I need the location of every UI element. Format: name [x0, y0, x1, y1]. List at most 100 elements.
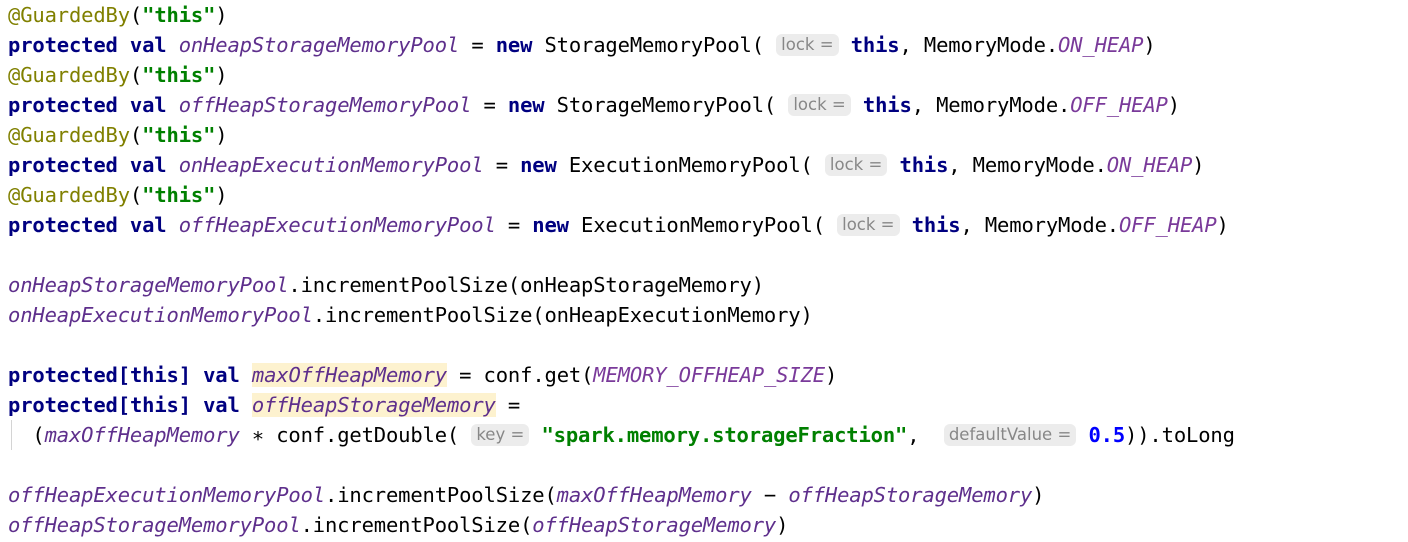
code-token: ) [215, 3, 228, 27]
code-token: ) [824, 363, 838, 387]
code-token: StorageMemoryPool( [544, 93, 777, 117]
keyword-token: this [129, 363, 179, 387]
keyword-token: new [507, 93, 545, 117]
code-line[interactable]: (maxOffHeapMemory ∗ conf.getDouble( key … [0, 420, 1408, 450]
code-token: ExecutionMemoryPool( [568, 213, 825, 237]
field-token: onHeapExecutionMemoryPool [8, 303, 313, 327]
code-token: ) [1167, 93, 1180, 117]
number-literal-token: 0.5 [1088, 423, 1126, 447]
parameter-hint-inlay: lock = [824, 154, 888, 176]
code-token: ) [1032, 483, 1045, 507]
keyword-token: this [862, 93, 912, 117]
string-literal-token: "this" [142, 123, 216, 147]
code-token: ) [1192, 153, 1205, 177]
constant-token: OFF_HEAP [1118, 213, 1217, 237]
code-line[interactable]: protected val onHeapStorageMemoryPool = … [0, 30, 1408, 60]
code-token: ) [776, 513, 789, 537]
parameter-hint-inlay: lock = [776, 34, 839, 56]
parameter-hint-inlay: lock = [837, 214, 900, 236]
code-token: ( [129, 3, 143, 27]
keyword-token: protected val [8, 153, 179, 177]
code-line[interactable]: onHeapExecutionMemoryPool.incrementPoolS… [0, 300, 1408, 330]
code-line[interactable]: offHeapStorageMemoryPool.incrementPoolSi… [0, 510, 1408, 540]
keyword-token: new [532, 213, 569, 237]
constant-token: MEMORY_OFFHEAP_SIZE [593, 363, 825, 387]
keyword-token: protected [8, 363, 118, 387]
code-token: ) [215, 123, 228, 147]
annotation-token: @GuardedBy [8, 3, 130, 27]
annotation-token: @GuardedBy [8, 123, 130, 147]
code-token: , [907, 423, 944, 447]
string-literal-token: "this" [142, 63, 216, 87]
annotation-token: @GuardedBy [8, 63, 130, 87]
code-token: = [471, 93, 508, 117]
parameter-hint-inlay: defaultValue = [943, 424, 1077, 446]
code-editor[interactable]: @GuardedBy("this") protected val onHeapSt… [0, 0, 1408, 542]
code-line[interactable] [0, 240, 1408, 270]
code-line[interactable]: offHeapExecutionMemoryPool.incrementPool… [0, 480, 1408, 510]
string-literal-token: "this" [142, 183, 216, 207]
code-token: = [495, 213, 533, 237]
keyword-token: [ [117, 393, 130, 417]
code-line[interactable]: protected val offHeapStorageMemoryPool =… [0, 90, 1408, 120]
code-line[interactable]: @GuardedBy("this") [0, 60, 1408, 90]
code-token: .incrementPoolSize( [300, 513, 533, 537]
code-line[interactable]: protected[this] val maxOffHeapMemory = c… [0, 360, 1408, 390]
code-line[interactable]: onHeapStorageMemoryPool.incrementPoolSiz… [0, 270, 1408, 300]
code-token: = [483, 153, 521, 177]
string-literal-token: "this" [142, 3, 216, 27]
code-token: − [751, 483, 789, 507]
code-line[interactable]: @GuardedBy("this") [0, 180, 1408, 210]
code-line[interactable] [0, 330, 1408, 360]
keyword-token: val [203, 393, 252, 417]
code-text-area[interactable]: @GuardedBy("this") protected val onHeapSt… [0, 0, 1408, 540]
code-token: .incrementPoolSize( [325, 483, 557, 507]
code-line[interactable] [0, 450, 1408, 480]
field-token: onHeapStorageMemoryPool [8, 273, 289, 297]
constant-token: ON_HEAP [1058, 33, 1144, 57]
field-token: offHeapStorageMemory [788, 483, 1033, 507]
keyword-token: protected val [8, 93, 179, 117]
code-line[interactable]: protected[this] val offHeapStorageMemory… [0, 390, 1408, 420]
keyword-token: this [899, 153, 949, 177]
code-token: ) [215, 63, 228, 87]
code-token: ) [215, 183, 228, 207]
constant-token: OFF_HEAP [1070, 93, 1168, 117]
keyword-token: [ [117, 363, 130, 387]
code-line[interactable]: @GuardedBy("this") [0, 0, 1408, 30]
field-token: onHeapStorageMemoryPool [178, 33, 460, 57]
field-token: offHeapExecutionMemoryPool [8, 483, 325, 507]
parameter-hint-inlay: lock = [788, 94, 851, 116]
code-line[interactable]: protected val onHeapExecutionMemoryPool … [0, 150, 1408, 180]
code-line[interactable]: @GuardedBy("this") [0, 120, 1408, 150]
constant-token: ON_HEAP [1106, 153, 1193, 177]
keyword-token: val [203, 363, 252, 387]
keyword-token: this [911, 213, 961, 237]
highlighted-identifier: maxOffHeapMemory [251, 363, 447, 387]
field-token: offHeapStorageMemory [532, 513, 777, 537]
code-token: ( [129, 123, 143, 147]
code-token: )).toLong [1125, 423, 1235, 447]
keyword-token: ] [178, 363, 204, 387]
string-literal-token: "spark.memory.storageFraction" [541, 423, 908, 447]
keyword-token: ] [178, 393, 204, 417]
code-token: = [495, 393, 521, 417]
code-token: ∗ conf.getDouble( [239, 423, 460, 447]
code-line[interactable]: protected val offHeapExecutionMemoryPool… [0, 210, 1408, 240]
keyword-token: protected [8, 393, 118, 417]
code-token: , MemoryMode. [948, 153, 1107, 177]
code-token: ) [1216, 213, 1229, 237]
code-token: , MemoryMode. [899, 33, 1059, 57]
code-token: , MemoryMode. [911, 93, 1071, 117]
field-token: offHeapStorageMemoryPool [8, 513, 301, 537]
field-token: offHeapExecutionMemoryPool [178, 213, 496, 237]
